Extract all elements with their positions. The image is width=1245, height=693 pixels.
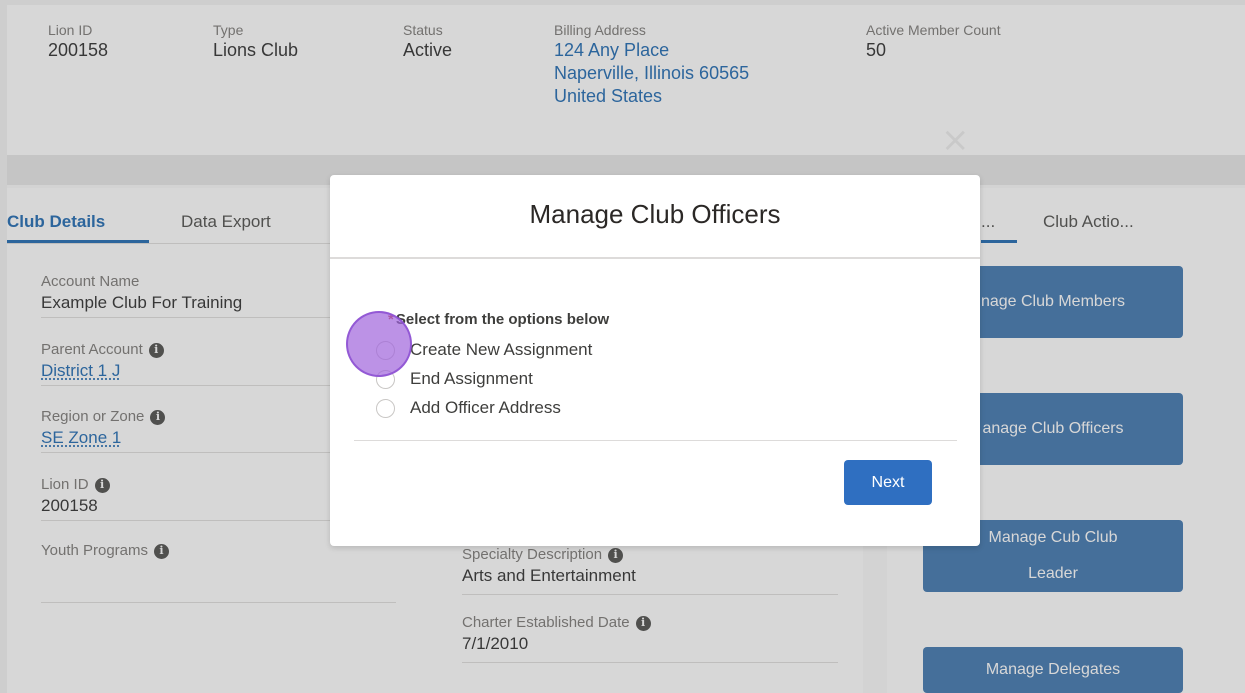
option-label: Create New Assignment [410, 340, 593, 359]
options-group-text: Select from the options below [395, 311, 610, 328]
option-add-officer-address[interactable]: Add Officer Address [376, 398, 561, 418]
modal-footer-divider [354, 440, 957, 441]
click-indicator [346, 311, 412, 377]
radio-button[interactable] [376, 398, 395, 418]
manage-club-officers-modal: Manage Club Officers *Select from the op… [330, 175, 980, 546]
options-group-label: *Select from the options below [388, 311, 609, 328]
next-button[interactable]: Next [844, 460, 932, 505]
option-label: Add Officer Address [410, 398, 561, 417]
option-end-assignment[interactable]: End Assignment [376, 369, 533, 389]
modal-title: Manage Club Officers [529, 199, 781, 229]
modal-header: Manage Club Officers [330, 175, 980, 259]
option-label: End Assignment [410, 369, 533, 388]
close-icon[interactable]: × [941, 123, 970, 157]
